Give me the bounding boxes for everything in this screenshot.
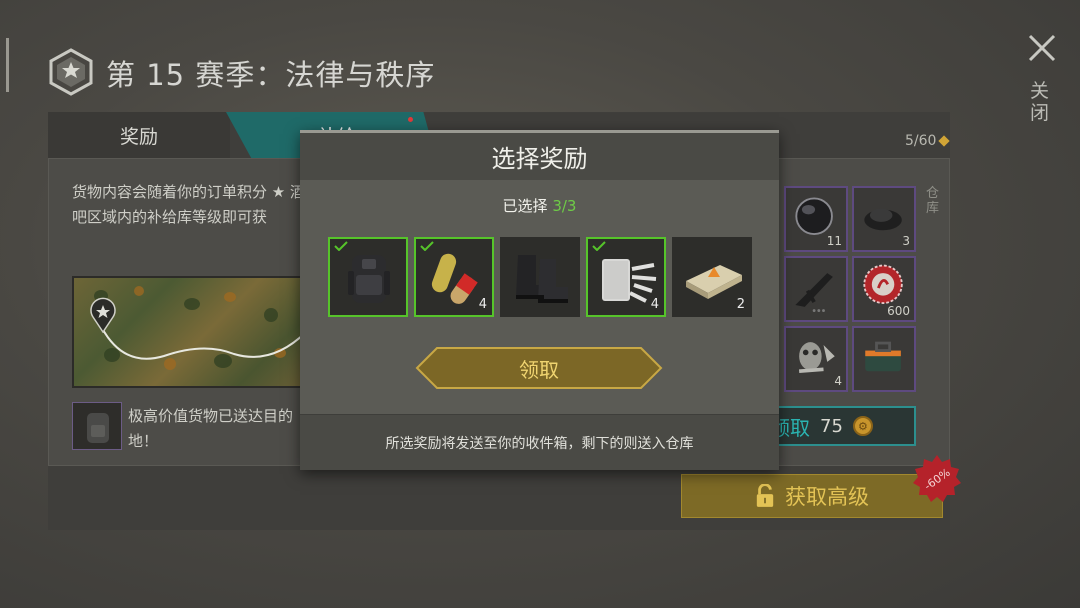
toolbox-icon — [865, 341, 901, 372]
backpack-icon — [72, 402, 122, 450]
reward-option-pills[interactable]: 4 — [414, 237, 494, 317]
backpack-icon — [348, 255, 390, 303]
check-icon — [334, 241, 348, 251]
route-path — [101, 327, 306, 360]
claim-button[interactable]: 领取 — [415, 346, 663, 390]
close-label[interactable]: 关闭 — [1030, 80, 1054, 124]
check-icon — [592, 241, 606, 251]
rifle-icon — [795, 273, 833, 312]
tab-rewards[interactable]: 奖励 — [48, 112, 230, 158]
reward-option-explosive[interactable]: 2 — [672, 237, 752, 317]
selection-count: 3/3 — [552, 197, 577, 215]
tab-notification-dot — [408, 117, 413, 122]
check-icon — [420, 241, 434, 251]
reward-option-boots[interactable] — [500, 237, 580, 317]
grid-item-ore[interactable]: 3 — [852, 186, 916, 252]
selection-prefix: 已选择 — [502, 197, 553, 215]
grid-item-toolbox[interactable] — [852, 326, 916, 392]
left-edge-bar — [6, 38, 9, 92]
supply-description: 货物内容会随着你的订单积分 ★ 酒吧区域内的补给库等级即可获 — [72, 183, 305, 226]
season-badge-icon — [49, 48, 93, 96]
reward-option-backpack[interactable] — [328, 237, 408, 317]
modal-footer-note: 所选奖励将发送至你的收件箱，剩下的则送入仓库 — [300, 414, 779, 470]
progress-counter: 5/60 — [905, 133, 937, 149]
modal-title: 选择奖励 — [300, 133, 779, 180]
premium-label: 获取高级 — [785, 485, 869, 509]
grid-item-mask-parts[interactable]: 4 — [784, 326, 848, 392]
grid-item-lens[interactable]: 11 — [784, 186, 848, 252]
delivery-note: 极高价值货物已送达目的地！ — [128, 407, 294, 450]
discount-badge: -60% — [913, 455, 961, 502]
claim-cost: 75 — [820, 415, 843, 437]
get-premium-button[interactable]: 获取高级 — [681, 474, 943, 518]
boots-icon — [516, 255, 568, 303]
grid-item-bottle-cap[interactable]: 600 — [852, 256, 916, 322]
unlock-icon — [756, 484, 774, 507]
map-pin-icon — [90, 297, 116, 333]
season-title: 第 15 赛季：法律与秩序 — [106, 58, 436, 92]
warehouse-label: 仓库 — [926, 186, 940, 216]
selection-counter: 已选择 3/3 — [300, 195, 779, 216]
coin-icon: ⚙ — [852, 416, 873, 436]
close-icon[interactable] — [1022, 28, 1062, 68]
grid-item-rifle[interactable] — [784, 256, 848, 322]
reward-option-bandage[interactable]: 4 — [586, 237, 666, 317]
